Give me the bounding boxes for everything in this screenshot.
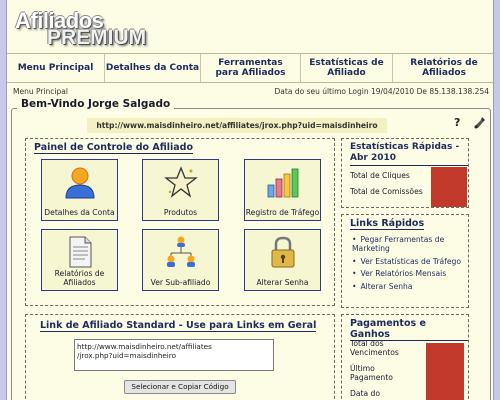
breadcrumb[interactable]: Menu Principal [13,87,68,96]
tile-produtos[interactable]: Produtos [142,159,219,221]
bar-chart-icon [267,168,298,198]
nav-detalhes-conta[interactable]: Detalhes da Conta [105,54,201,82]
pay-data-do: Data do [350,389,381,398]
affiliate-link-panel: Link de Afiliado Standard - Use para Lin… [25,314,335,400]
network-icon [166,236,195,267]
user-icon [64,167,95,199]
settings-tool-icon[interactable] [473,116,487,130]
help-icon[interactable]: ? [454,116,460,129]
tile-detalhes-conta[interactable]: Detalhes da Conta [41,159,118,221]
tile-label: Relatórios de Afiliados [54,268,105,287]
pay-total-vencimentos: Total dos Vencimentos [350,339,399,358]
control-panel-title: Painel de Controle do Afiliado [34,142,193,154]
status-bar: Menu Principal Data do seu último Login … [7,84,495,98]
quick-link-alterar-senha[interactable]: Alterar Senha [352,282,466,291]
control-panel: Painel de Controle do Afiliado Detalhes … [25,138,335,306]
nav-relatorios[interactable]: Relatórios de Afiliados [393,54,495,82]
quick-links-panel: Links Rápidos Pegar Ferramentas de Marke… [341,214,469,308]
pay-ultimo-pagamento: Último Pagamento [350,364,393,383]
tile-label: Produtos [163,207,198,217]
welcome-title: Bem-Vindo Jorge Salgado [17,98,175,110]
nav-menu-principal[interactable]: Menu Principal [7,54,105,82]
tile-sub-afiliado[interactable]: Ver Sub-afiliado [142,229,219,291]
tile-relatorios[interactable]: Relatórios de Afiliados [41,229,118,291]
quick-links-list: Pegar Ferramentas de Marketing Ver Estat… [352,235,466,294]
quick-link-ferramentas[interactable]: Pegar Ferramentas de Marketing [352,235,466,254]
payments-title: Pagamentos e Ganhos [350,318,468,341]
quick-stats-title: Estatísticas Rápidas - Abr 2010 [350,142,468,166]
affiliate-link-title: Link de Afiliado Standard - Use para Lin… [40,320,317,332]
tile-label: Detalhes da Conta [44,207,115,217]
last-login-info: Data do seu último Login 19/04/2010 De 8… [274,87,489,96]
tile-label: Ver Sub-afiliado [150,277,211,287]
quick-stats-panel: Estatísticas Rápidas - Abr 2010 Total de… [341,138,469,208]
quick-links-title: Links Rápidos [350,218,425,230]
payments-panel: Pagamentos e Ganhos Total dos Vencimento… [341,314,469,400]
quick-link-relatorios[interactable]: Ver Relatórios Mensais [352,269,466,278]
select-copy-button[interactable]: Selecionar e Copiar Código [124,380,236,394]
stat-total-comissoes: Total de Comissões [350,187,423,196]
tile-registro-trafego[interactable]: Registro de Tráfego [244,159,321,221]
affiliate-link-field[interactable]: http://www.maisdinheiro.net/affiliates /… [74,339,274,371]
tile-alterar-senha[interactable]: Alterar Senha [244,229,321,291]
document-icon [69,236,91,268]
main-nav: Menu Principal Detalhes da Conta Ferrame… [7,53,495,83]
nav-ferramentas[interactable]: Ferramentas para Afiliados [201,54,301,82]
tile-label: Alterar Senha [256,277,309,287]
logo-line2: PREMIUM [47,26,147,49]
logo[interactable]: Afiliados PREMIUM [15,8,155,52]
star-icon [163,166,198,198]
padlock-icon [271,236,294,268]
stat-total-cliques: Total de Cliques [350,171,410,180]
tile-label: Registro de Tráfego [245,207,320,217]
quick-link-estatisticas[interactable]: Ver Estatísticas de Tráfego [352,257,466,266]
affiliate-url-banner: http://www.maisdinheiro.net/affiliates/j… [87,118,387,133]
payments-bar [426,343,464,400]
nav-estatisticas[interactable]: Estatísticas de Afiliado [301,54,393,82]
stats-bar [431,167,467,207]
page: Afiliados PREMIUM Menu Principal Detalhe… [6,0,495,400]
